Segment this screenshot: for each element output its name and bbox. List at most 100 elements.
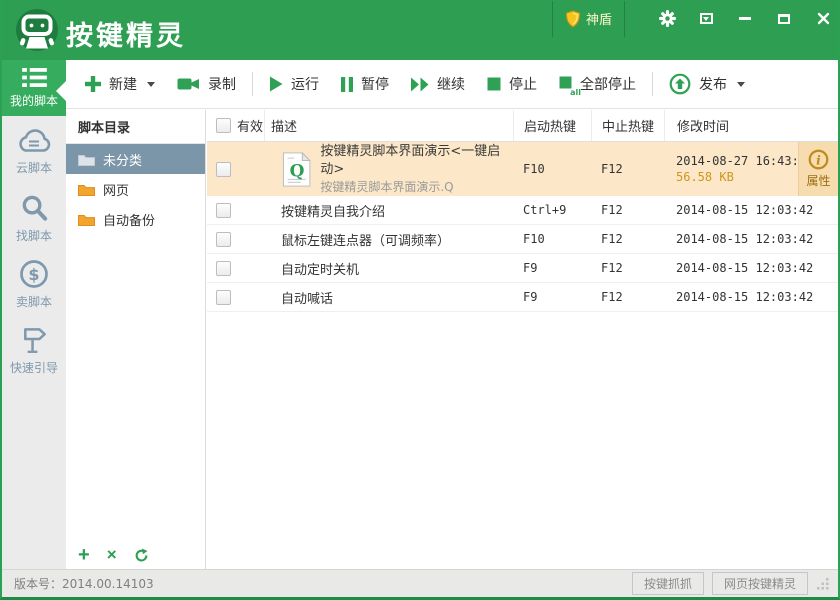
sidebar: 我的脚本 云脚本 找脚本 $ 卖脚本	[2, 60, 66, 569]
add-folder-button[interactable]: +	[78, 547, 90, 563]
header-modified-time: 修改时间	[664, 110, 838, 141]
svg-text:$: $	[28, 265, 39, 284]
stop-all-button[interactable]: all 全部停止	[548, 60, 647, 108]
start-hotkey: F10	[513, 232, 591, 246]
table-row[interactable]: 自动喊话 F9 F12 2014-08-15 12:03:42	[207, 283, 838, 312]
stop-label: 停止	[509, 74, 537, 94]
resume-label: 继续	[437, 74, 465, 94]
gear-icon	[659, 10, 676, 27]
table-row[interactable]: 按键精灵自我介绍 Ctrl+9 F12 2014-08-15 12:03:42	[207, 196, 838, 225]
key-spy-button[interactable]: 按键抓抓	[632, 572, 704, 595]
folder-item-uncategorized[interactable]: 未分类	[66, 144, 205, 174]
minimize-to-tray-button[interactable]	[697, 9, 715, 29]
row-checkbox[interactable]	[216, 203, 231, 218]
folder-actions: + ×	[78, 547, 149, 563]
abort-hotkey: F12	[591, 261, 664, 275]
sidebar-item-label: 快速引导	[10, 359, 58, 376]
signpost-icon	[19, 324, 49, 355]
folder-item-auto-backup[interactable]: 自动备份	[66, 204, 205, 234]
pause-label: 暂停	[361, 74, 389, 94]
sidebar-item-find-scripts[interactable]: 找脚本	[2, 181, 66, 246]
header-description: 描述	[264, 110, 513, 141]
new-label: 新建	[109, 74, 137, 94]
shield-label: 神盾	[586, 9, 612, 28]
modified-time: 2014-08-15 12:03:42	[664, 261, 838, 275]
pause-button[interactable]: 暂停	[330, 60, 400, 108]
toolbar: 新建 录制 运行 暂停 继续	[66, 60, 838, 109]
publish-button[interactable]: 发布	[658, 60, 756, 108]
settings-button[interactable]	[658, 9, 676, 29]
script-title: 鼠标左键连点器（可调频率）	[264, 230, 513, 249]
fast-forward-icon	[411, 77, 429, 92]
start-hotkey: Ctrl+9	[513, 203, 591, 217]
properties-button[interactable]: i 属性	[798, 142, 838, 196]
start-hotkey: F9	[513, 290, 591, 304]
sidebar-item-label: 找脚本	[16, 227, 52, 244]
header-abort-hotkey: 中止热键	[591, 110, 664, 141]
row-checkbox[interactable]	[216, 261, 231, 276]
script-title: 自动定时关机	[264, 259, 513, 278]
svg-text:i: i	[816, 152, 821, 167]
search-icon	[20, 194, 49, 223]
run-button[interactable]: 运行	[258, 60, 330, 108]
close-button[interactable]	[814, 9, 832, 29]
start-hotkey: F10	[513, 142, 591, 196]
maximize-icon	[778, 14, 790, 24]
cloud-icon	[16, 129, 52, 155]
abort-hotkey: F12	[591, 203, 664, 217]
record-camera-icon	[177, 76, 200, 92]
resize-grip[interactable]	[816, 577, 830, 591]
resume-button[interactable]: 继续	[400, 60, 476, 108]
modified-time: 2014-08-15 12:03:42	[664, 232, 838, 246]
refresh-button[interactable]	[134, 548, 149, 563]
new-script-button[interactable]: 新建	[74, 60, 166, 108]
toolbar-separator	[252, 72, 253, 96]
table-row[interactable]: 自动定时关机 F9 F12 2014-08-15 12:03:42	[207, 254, 838, 283]
maximize-button[interactable]	[775, 9, 793, 29]
select-all-checkbox[interactable]	[216, 118, 231, 133]
row-checkbox[interactable]	[216, 162, 231, 177]
folder-item-label: 网页	[103, 180, 129, 199]
svg-text:Q: Q	[290, 161, 305, 181]
titlebar[interactable]: 按键精灵 神盾	[2, 0, 838, 60]
run-label: 运行	[291, 74, 319, 94]
stop-button[interactable]: 停止	[476, 60, 548, 108]
record-button[interactable]: 录制	[166, 60, 247, 108]
stop-all-label: 全部停止	[580, 74, 636, 94]
script-file-icon: Q	[282, 151, 311, 188]
sidebar-item-quick-guide[interactable]: 快速引导	[2, 311, 66, 376]
shield-icon	[565, 10, 581, 28]
active-item-pointer	[56, 81, 66, 101]
sidebar-item-label: 云脚本	[16, 159, 52, 176]
sidebar-item-sell-scripts[interactable]: $ 卖脚本	[2, 246, 66, 311]
refresh-icon	[134, 548, 149, 563]
folder-item-label: 自动备份	[103, 210, 155, 229]
minimize-button[interactable]	[736, 9, 754, 29]
abort-hotkey: F12	[591, 142, 664, 196]
titlebar-separator	[624, 1, 625, 37]
web-quickmacro-button[interactable]: 网页按键精灵	[712, 572, 808, 595]
chevron-down-icon	[147, 82, 155, 87]
table-row-selected[interactable]: Q 按键精灵脚本界面演示<一键启动> 按键精灵脚本界面演示.Q F10 F12 …	[207, 142, 838, 196]
script-title: 按键精灵脚本界面演示<一键启动>	[320, 143, 513, 179]
file-size: 56.58 KB	[676, 170, 734, 184]
script-title: 自动喊话	[264, 288, 513, 307]
sidebar-item-cloud-scripts[interactable]: 云脚本	[2, 116, 66, 181]
header-valid: 有效	[237, 116, 263, 135]
sidebar-item-label: 卖脚本	[16, 293, 52, 310]
close-icon	[817, 12, 830, 25]
script-list: 有效 描述 启动热键 中止热键 修改时间 Q 按键精灵脚本界面演示<一键启动> …	[207, 110, 838, 569]
delete-folder-button[interactable]: ×	[107, 547, 117, 563]
folder-panel: 脚本目录 未分类 网页 自动备份 + ×	[66, 110, 206, 569]
play-icon	[269, 76, 283, 92]
header-start-hotkey: 启动热键	[513, 110, 591, 141]
shield-badge[interactable]: 神盾	[565, 9, 612, 28]
row-checkbox[interactable]	[216, 290, 231, 305]
tray-icon	[700, 13, 713, 24]
folder-item-web[interactable]: 网页	[66, 174, 205, 204]
list-icon	[22, 68, 47, 87]
modified-time: 2014-08-15 12:03:42	[664, 290, 838, 304]
table-row[interactable]: 鼠标左键连点器（可调频率） F10 F12 2014-08-15 12:03:4…	[207, 225, 838, 254]
row-checkbox[interactable]	[216, 232, 231, 247]
folder-icon	[78, 183, 95, 196]
